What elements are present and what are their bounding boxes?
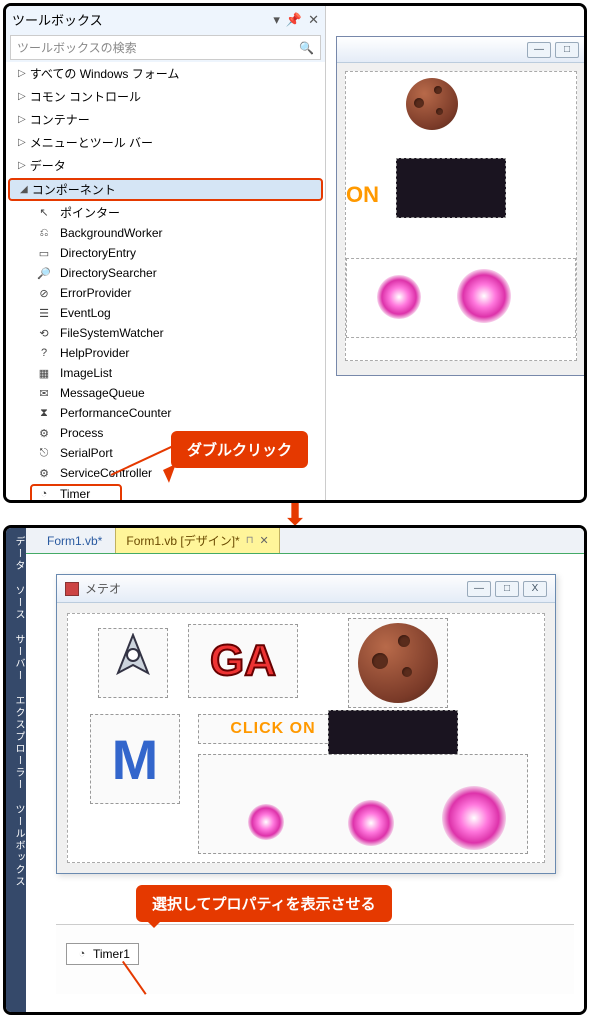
- chevron-right-icon: ▷: [18, 160, 26, 171]
- help-icon: ?: [36, 345, 52, 361]
- designer-peek: — □ ON: [326, 6, 587, 502]
- close-button[interactable]: X: [523, 581, 547, 597]
- tab-designer[interactable]: Form1.vb [デザイン]* ⊓ ✕: [115, 527, 279, 553]
- search-icon: 🔍: [299, 41, 314, 55]
- picturebox-ship[interactable]: [98, 628, 168, 698]
- toolbox-item-messagequeue[interactable]: ✉MessageQueue: [6, 383, 325, 403]
- toolbox-item-performancecounter[interactable]: ⧗PerformanceCounter: [6, 403, 325, 423]
- picturebox-m-text[interactable]: M: [90, 714, 180, 804]
- dropdown-icon[interactable]: ▾: [273, 12, 280, 28]
- toolbox-item-backgroundworker[interactable]: ⎌BackgroundWorker: [6, 223, 325, 243]
- minimize-button[interactable]: —: [467, 581, 491, 597]
- chevron-right-icon: ▷: [18, 68, 26, 79]
- error-icon: ⊘: [36, 285, 52, 301]
- picturebox-ga-text[interactable]: GA: [188, 624, 298, 698]
- close-icon[interactable]: ✕: [260, 534, 269, 547]
- directory-searcher-icon: 🔎: [36, 265, 52, 281]
- tray-item-timer1[interactable]: ◔ Timer1: [66, 943, 139, 965]
- toolbox-item-errorprovider[interactable]: ⊘ErrorProvider: [6, 283, 325, 303]
- toolbox-item-directoryentry[interactable]: ▭DirectoryEntry: [6, 243, 325, 263]
- form-icon: [65, 582, 79, 596]
- callout-show-properties: 選択してプロパティを表示させる: [136, 885, 392, 922]
- toolbox-item-helpprovider[interactable]: ?HelpProvider: [6, 343, 325, 363]
- category-containers[interactable]: ▷コンテナー: [6, 108, 325, 131]
- form-window-peek: — □ ON: [336, 36, 586, 376]
- toolbox-search[interactable]: ツールボックスの検索 🔍: [10, 35, 321, 60]
- category-all-windows-forms[interactable]: ▷すべての Windows フォーム: [6, 62, 325, 85]
- tab-code[interactable]: Form1.vb*: [36, 529, 113, 553]
- fswatcher-icon: ⟲: [36, 325, 52, 341]
- toolbox-item-timer[interactable]: ◔Timer: [30, 484, 122, 502]
- bgworker-icon: ⎌: [36, 225, 52, 241]
- designer-surface[interactable]: メテオ — □ X GA: [26, 554, 584, 1012]
- document-tabs: Form1.vb* Form1.vb [デザイン]* ⊓ ✕: [26, 528, 584, 554]
- vs-side-tabs[interactable]: データ ソース サーバー エクスプローラー ツールボックス: [6, 528, 26, 1012]
- form-titlebar: メテオ — □ X: [57, 575, 555, 603]
- form-canvas-peek: ON: [345, 71, 577, 361]
- star-sprite: [248, 804, 284, 840]
- perfcounter-icon: ⧗: [36, 405, 52, 421]
- pointer-icon: ↖: [36, 205, 52, 221]
- category-menus-toolbars[interactable]: ▷メニューとツール バー: [6, 131, 325, 154]
- toolbox-item-eventlog[interactable]: ☰EventLog: [6, 303, 325, 323]
- pin-icon[interactable]: ⊓: [246, 535, 254, 546]
- chevron-right-icon: ▷: [18, 137, 26, 148]
- close-icon[interactable]: ✕: [308, 12, 319, 28]
- planet-icon: [358, 623, 438, 703]
- picturebox-planet[interactable]: [348, 618, 448, 708]
- timer-icon: ◔: [75, 947, 89, 961]
- search-placeholder: ツールボックスの検索: [17, 39, 137, 56]
- toolbox-title: ツールボックス: [12, 10, 103, 29]
- maximize-button[interactable]: □: [555, 42, 579, 58]
- toolbox-item-pointer[interactable]: ↖ポインター: [6, 202, 325, 223]
- form-title: メテオ: [85, 580, 121, 597]
- serialport-icon: ⎋: [36, 445, 52, 461]
- category-common-controls[interactable]: ▷コモン コントロール: [6, 85, 325, 108]
- category-components[interactable]: ◢コンポーネント: [8, 178, 323, 201]
- chevron-right-icon: ▷: [18, 114, 26, 125]
- picturebox-click-on[interactable]: CLICK ON: [198, 714, 348, 744]
- toolbox-item-filesystemwatcher[interactable]: ⟲FileSystemWatcher: [6, 323, 325, 343]
- star-sprite: [442, 786, 506, 850]
- stars-container: [346, 258, 576, 338]
- chevron-down-icon: ◢: [20, 184, 28, 195]
- maximize-button[interactable]: □: [495, 581, 519, 597]
- servicecontroller-icon: ⚙: [36, 465, 52, 481]
- process-icon: ⚙: [36, 425, 52, 441]
- planet-sprite: [406, 78, 458, 130]
- form-window[interactable]: メテオ — □ X GA: [56, 574, 556, 874]
- star-sprite: [457, 269, 511, 323]
- imagelist-icon: ▦: [36, 365, 52, 381]
- form-titlebar-peek: — □: [337, 37, 585, 63]
- chevron-right-icon: ▷: [18, 91, 26, 102]
- on-text-sprite: ON: [346, 182, 379, 208]
- component-tray[interactable]: ◔ Timer1: [56, 924, 574, 994]
- eventlog-icon: ☰: [36, 305, 52, 321]
- directory-entry-icon: ▭: [36, 245, 52, 261]
- messagequeue-icon: ✉: [36, 385, 52, 401]
- form-canvas[interactable]: GA M CLICK ON: [67, 613, 545, 863]
- minimize-button[interactable]: —: [527, 42, 551, 58]
- toolbox-item-directorysearcher[interactable]: 🔎DirectorySearcher: [6, 263, 325, 283]
- down-arrow-icon: ⬇: [0, 504, 590, 524]
- pin-icon[interactable]: 📌: [286, 12, 302, 28]
- star-sprite: [348, 800, 394, 846]
- toolbox-item-imagelist[interactable]: ▦ImageList: [6, 363, 325, 383]
- category-data[interactable]: ▷データ: [6, 154, 325, 177]
- vs-main-area: Form1.vb* Form1.vb [デザイン]* ⊓ ✕ メテオ — □ X: [26, 528, 584, 1012]
- timer-icon: ◔: [36, 486, 52, 502]
- space-sprite: [396, 158, 506, 218]
- ship-icon: [108, 633, 158, 693]
- toolbox-panel: ツールボックス ▾ 📌 ✕ ツールボックスの検索 🔍 ▷すべての Windows…: [6, 6, 326, 502]
- callout-double-click: ダブルクリック: [171, 431, 308, 468]
- toolbox-titlebar: ツールボックス ▾ 📌 ✕: [6, 6, 325, 33]
- star-sprite: [377, 275, 421, 319]
